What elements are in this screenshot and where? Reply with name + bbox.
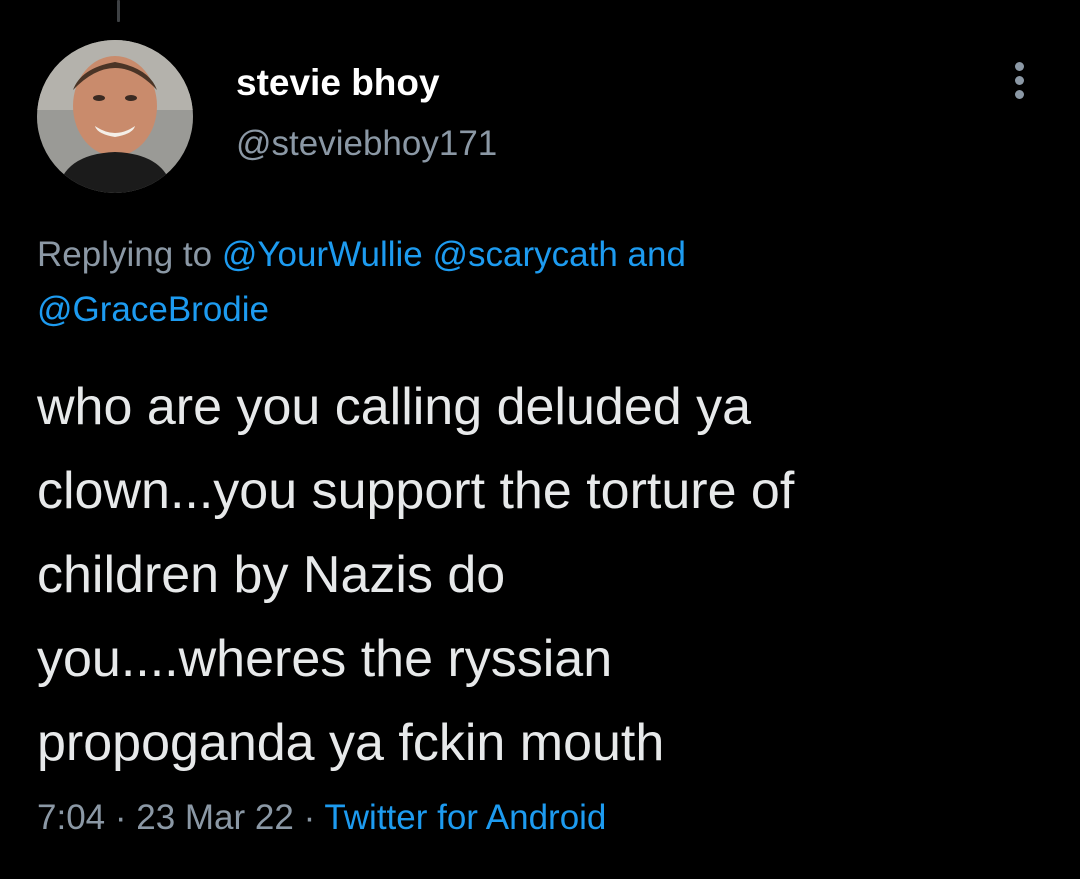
mention-yourwullie[interactable]: @YourWullie bbox=[222, 235, 423, 274]
author-handle[interactable]: @steviebhoy171 bbox=[236, 124, 497, 164]
tweet-text-line: who are you calling deluded ya bbox=[37, 378, 752, 436]
mention-gracebrodie[interactable]: @GraceBrodie bbox=[37, 290, 269, 329]
tweet-text-line: propoganda ya fckin mouth bbox=[37, 714, 665, 772]
tweet-date[interactable]: 23 Mar 22 bbox=[136, 798, 294, 837]
meta-separator: · bbox=[114, 798, 127, 837]
avatar-image bbox=[37, 40, 193, 193]
tweet-source-link[interactable]: Twitter for Android bbox=[324, 798, 606, 837]
avatar[interactable] bbox=[37, 40, 193, 193]
reply-and-conjunction[interactable]: and bbox=[628, 235, 686, 274]
tweet-time[interactable]: 7:04 bbox=[37, 798, 105, 837]
tweet-text-line: clown...you support the torture of bbox=[37, 462, 795, 520]
replying-to-label: Replying to bbox=[37, 235, 213, 274]
tweet-text-line: children by Nazis do bbox=[37, 546, 506, 604]
tweet-text: who are you calling deluded ya clown...y… bbox=[37, 365, 1052, 785]
tweet-text-line: you....wheres the ryssian bbox=[37, 630, 613, 688]
meta-separator: · bbox=[303, 798, 316, 837]
more-options-button[interactable] bbox=[1000, 56, 1040, 104]
thread-connector-line bbox=[117, 0, 120, 22]
tweet-meta: 7:04 · 23 Mar 22 · Twitter for Android bbox=[37, 798, 606, 838]
reply-context: Replying to @YourWullie @scarycath and @… bbox=[37, 227, 1047, 337]
author-display-name[interactable]: stevie bhoy bbox=[236, 62, 440, 104]
mention-scarycath[interactable]: @scarycath bbox=[433, 235, 618, 274]
